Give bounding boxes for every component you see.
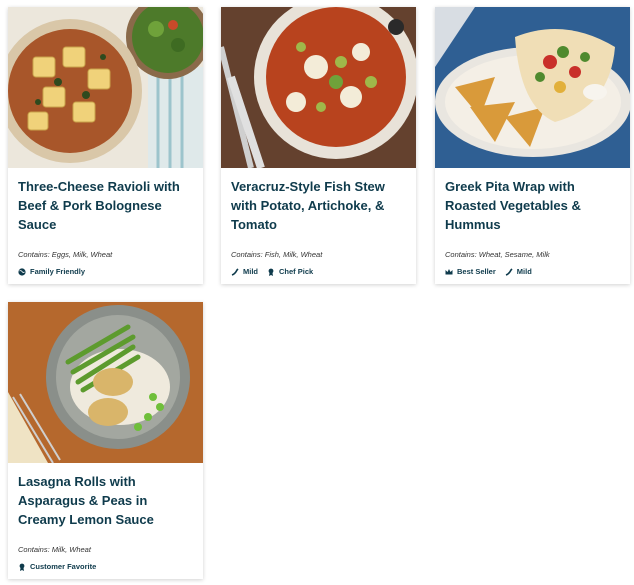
tag-label: Mild	[243, 267, 258, 276]
meal-title[interactable]: Greek Pita Wrap with Roasted Vegetables …	[445, 177, 620, 234]
tag-mild: Mild	[505, 267, 532, 276]
tag-label: Mild	[516, 267, 532, 276]
tag-list: Family Friendly	[18, 267, 193, 276]
pepper-icon	[231, 267, 239, 276]
tag-mild: Mild	[231, 267, 258, 276]
pepper-icon	[505, 267, 513, 276]
tag-customer-favorite: Customer Favorite	[18, 562, 96, 571]
tag-label: Chef Pick	[279, 267, 314, 276]
allergen-info: Contains: Wheat, Sesame, Milk	[445, 250, 550, 259]
ribbon-icon	[18, 563, 26, 571]
tag-label: Customer Favorite	[30, 562, 97, 571]
tag-label: Best Seller	[457, 267, 496, 276]
meal-photo[interactable]	[8, 7, 203, 168]
meal-photo[interactable]	[435, 7, 630, 168]
meal-photo[interactable]	[8, 302, 203, 463]
meal-card[interactable]: Lasagna Rolls with Asparagus & Peas in C…	[8, 302, 203, 579]
tag-list: Best Seller Mild	[445, 267, 620, 276]
tag-family-friendly: Family Friendly	[18, 267, 85, 276]
allergen-info: Contains: Milk, Wheat	[18, 545, 91, 554]
meal-title[interactable]: Veracruz-Style Fish Stew with Potato, Ar…	[231, 177, 406, 234]
tag-best-seller: Best Seller	[445, 267, 496, 276]
tag-chef-pick: Chef Pick	[267, 267, 313, 276]
meal-card[interactable]: Veracruz-Style Fish Stew with Potato, Ar…	[221, 7, 416, 284]
meal-card[interactable]: Three-Cheese Ravioli with Beef & Pork Bo…	[8, 7, 203, 284]
allergen-info: Contains: Eggs, Milk, Wheat	[18, 250, 113, 259]
crown-icon	[445, 268, 453, 276]
ribbon-icon	[267, 268, 275, 276]
tag-list: Customer Favorite	[18, 562, 193, 571]
meal-photo[interactable]	[221, 7, 416, 168]
globe-icon	[18, 267, 26, 276]
meal-title[interactable]: Three-Cheese Ravioli with Beef & Pork Bo…	[18, 177, 193, 234]
tag-label: Family Friendly	[30, 267, 86, 276]
tag-list: Mild Chef Pick	[231, 267, 406, 276]
meal-card[interactable]: Greek Pita Wrap with Roasted Vegetables …	[435, 7, 630, 284]
meal-title[interactable]: Lasagna Rolls with Asparagus & Peas in C…	[18, 472, 193, 529]
allergen-info: Contains: Fish, Milk, Wheat	[231, 250, 323, 259]
